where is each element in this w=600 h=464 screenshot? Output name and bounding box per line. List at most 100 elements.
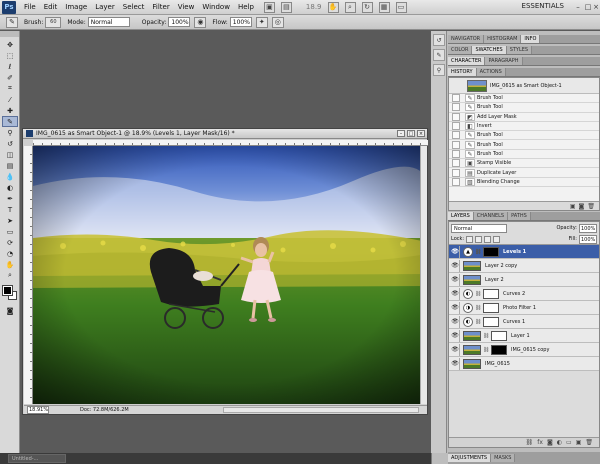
- layer-style-icon[interactable]: fx: [537, 439, 543, 446]
- tab-adjustments[interactable]: Adjustments: [448, 454, 492, 462]
- quick-selection-tool-icon[interactable]: ✐: [2, 72, 18, 83]
- history-brush-source[interactable]: [452, 149, 460, 158]
- history-brush-source[interactable]: [452, 159, 460, 168]
- history-panel-icon[interactable]: ↺: [433, 34, 445, 46]
- link-chain-icon[interactable]: ⛓: [475, 291, 481, 297]
- clone-stamp-tool-icon[interactable]: ⚲: [2, 127, 18, 138]
- history-brush-source[interactable]: [452, 103, 460, 112]
- airbrush-icon[interactable]: ✦: [255, 16, 268, 28]
- document-size-info[interactable]: Doc: 72.8M/626.2M: [80, 407, 129, 413]
- zoom-level-readout[interactable]: 18.9: [306, 3, 322, 11]
- move-tool-icon[interactable]: ✥: [2, 39, 18, 50]
- workspace-switcher[interactable]: ESSENTIALS: [522, 2, 564, 10]
- tab-masks[interactable]: Masks: [491, 454, 516, 462]
- brush-tool-preset-icon[interactable]: ✎: [6, 16, 18, 28]
- fill-input[interactable]: 100%: [579, 234, 597, 244]
- eye-icon[interactable]: 👁: [451, 357, 460, 370]
- history-brush-source[interactable]: [452, 122, 460, 131]
- eyedropper-tool-icon[interactable]: ⁄: [2, 94, 18, 105]
- link-chain-icon[interactable]: ⛓: [475, 319, 481, 325]
- menu-edit[interactable]: Edit: [40, 3, 62, 11]
- document-titlebar[interactable]: IMG_0615 as Smart Object-1 @ 18.9% (Leve…: [23, 129, 427, 139]
- horizontal-scrollbar[interactable]: [223, 407, 419, 413]
- flow-input[interactable]: 100%: [229, 17, 252, 27]
- opacity-input[interactable]: 100%: [168, 17, 191, 27]
- brush-picker[interactable]: 60: [45, 16, 62, 28]
- history-item[interactable]: ▤ Duplicate Layer: [449, 168, 599, 178]
- history-item[interactable]: ✎ Brush Tool: [449, 103, 599, 113]
- quick-mask-icon[interactable]: ◙: [2, 305, 18, 316]
- layer-mask-thumbnail[interactable]: [483, 316, 499, 327]
- new-group-icon[interactable]: ▭: [566, 439, 572, 446]
- zoom-percentage-field[interactable]: 18.91%: [27, 406, 49, 414]
- new-document-from-state-icon[interactable]: ▣: [570, 203, 576, 210]
- new-adjustment-layer-icon[interactable]: ◐: [557, 439, 562, 446]
- close-icon[interactable]: ×: [592, 3, 600, 11]
- history-item[interactable]: ▧ Blending Change: [449, 177, 599, 187]
- tab-navigator[interactable]: Navigator: [448, 35, 485, 43]
- blend-mode-select[interactable]: Normal: [451, 223, 507, 233]
- tab-swatches[interactable]: Swatches: [472, 46, 507, 54]
- new-layer-icon[interactable]: ▣: [576, 439, 582, 446]
- history-item[interactable]: ✎ Brush Tool: [449, 94, 599, 104]
- eye-icon[interactable]: 👁: [451, 245, 460, 258]
- marquee-tool-icon[interactable]: ⬚: [2, 50, 18, 61]
- lock-position-icon[interactable]: [484, 235, 492, 243]
- eye-icon[interactable]: 👁: [451, 287, 460, 300]
- layer-opacity-input[interactable]: 100%: [579, 223, 597, 233]
- lasso-tool-icon[interactable]: ℓ: [2, 61, 18, 72]
- path-selection-tool-icon[interactable]: ➤: [2, 215, 18, 226]
- color-swatches[interactable]: [2, 285, 18, 301]
- history-item[interactable]: ◧ Invert: [449, 122, 599, 132]
- menu-image[interactable]: Image: [61, 3, 91, 11]
- eraser-tool-icon[interactable]: ◫: [2, 149, 18, 160]
- 3d-rotate-tool-icon[interactable]: ⟳: [2, 237, 18, 248]
- history-item[interactable]: ▣ Stamp Visible: [449, 159, 599, 169]
- vertical-scrollbar[interactable]: [420, 146, 427, 404]
- zoom-tool-icon[interactable]: ⌕: [344, 1, 356, 13]
- shape-tool-icon[interactable]: ▭: [2, 226, 18, 237]
- doc-maximize-icon[interactable]: □: [407, 130, 415, 137]
- minimized-document[interactable]: Untitled-...: [8, 454, 66, 463]
- delete-state-icon[interactable]: 🗑: [587, 203, 595, 210]
- tab-styles[interactable]: Styles: [506, 46, 533, 54]
- tab-layers[interactable]: Layers: [448, 212, 474, 220]
- minimize-icon[interactable]: –: [574, 3, 582, 11]
- menu-window[interactable]: Window: [198, 3, 234, 11]
- menu-filter[interactable]: Filter: [148, 3, 173, 11]
- lock-transparent-icon[interactable]: [466, 235, 474, 243]
- blur-tool-icon[interactable]: 💧: [2, 171, 18, 182]
- layer-row[interactable]: 👁 ◑ ⛓ Photo Filter 1: [449, 301, 599, 315]
- layer-mask-thumbnail[interactable]: [483, 246, 499, 257]
- brushes-panel-icon[interactable]: ✎: [433, 49, 445, 61]
- screen-mode-icon[interactable]: ▭: [395, 1, 407, 13]
- menu-view[interactable]: View: [174, 3, 199, 11]
- type-tool-icon[interactable]: T: [2, 204, 18, 215]
- link-chain-icon[interactable]: ⛓: [483, 333, 489, 339]
- menu-select[interactable]: Select: [119, 3, 149, 11]
- layer-row[interactable]: 👁 ▲ ⛓ Levels 1: [449, 245, 599, 259]
- tab-color[interactable]: Color: [448, 46, 473, 54]
- history-snapshot[interactable]: IMG_0615 as Smart Object-1: [449, 78, 599, 94]
- layer-row[interactable]: 👁 ⛓ Layer 1: [449, 329, 599, 343]
- add-mask-icon[interactable]: ◙: [547, 439, 553, 446]
- history-brush-source[interactable]: [452, 177, 460, 186]
- layer-row[interactable]: 👁 ⛓ IMG_0615 copy: [449, 343, 599, 357]
- clone-source-icon[interactable]: ⚲: [433, 64, 445, 76]
- layer-row[interactable]: 👁 Layer 2: [449, 273, 599, 287]
- link-chain-icon[interactable]: ⛓: [483, 347, 489, 353]
- history-brush-tool-icon[interactable]: ↺: [2, 138, 18, 149]
- menu-file[interactable]: File: [20, 3, 40, 11]
- history-item[interactable]: ✎ Brush Tool: [449, 149, 599, 160]
- tab-actions[interactable]: Actions: [476, 68, 506, 76]
- bridge-icon[interactable]: ▣: [263, 1, 275, 13]
- layer-mask-thumbnail[interactable]: [491, 344, 507, 355]
- tab-channels[interactable]: Channels: [473, 212, 509, 220]
- link-chain-icon[interactable]: ⛓: [475, 249, 481, 255]
- tab-paragraph[interactable]: Paragraph: [485, 57, 523, 65]
- history-brush-source[interactable]: [452, 168, 460, 177]
- layer-mask-thumbnail[interactable]: [483, 288, 499, 299]
- eye-icon[interactable]: 👁: [451, 259, 460, 272]
- history-brush-source[interactable]: [452, 140, 460, 149]
- pressure-size-icon[interactable]: ◎: [271, 16, 284, 28]
